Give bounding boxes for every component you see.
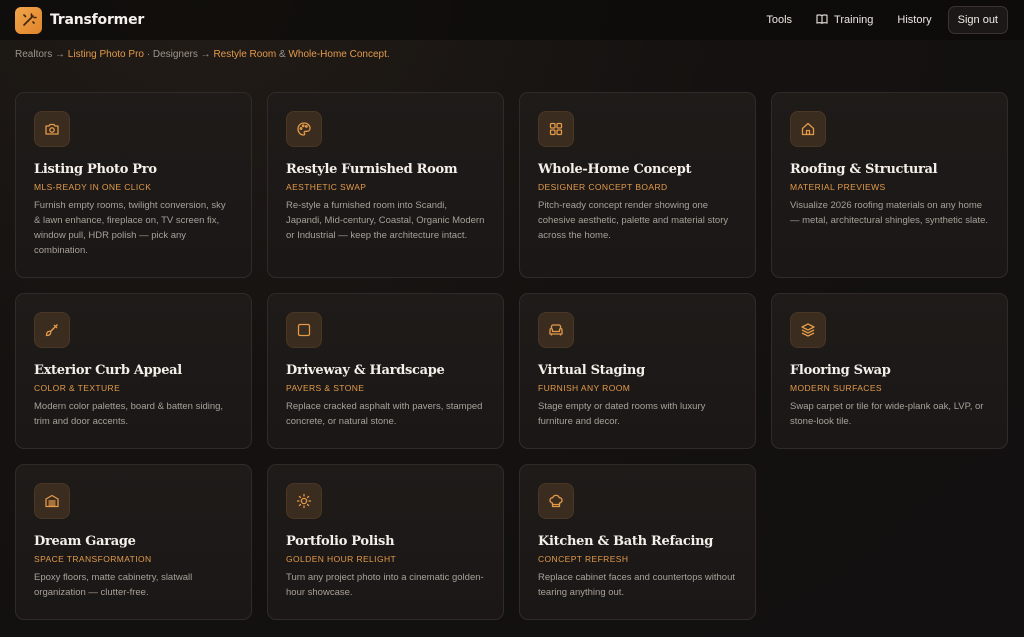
card-subtitle: MODERN SURFACES xyxy=(790,383,882,393)
card-subtitle: CONCEPT REFRESH xyxy=(538,554,629,564)
paintbrush-icon xyxy=(34,312,70,348)
card-description: Furnish empty rooms, twilight conversion… xyxy=(34,200,226,256)
book-icon xyxy=(816,13,828,28)
card-description: Swap carpet or tile for wide-plank oak, … xyxy=(790,401,984,427)
intro-realtors: Realtors → xyxy=(15,49,66,60)
tool-card-listing-photo-pro[interactable]: Listing Photo Pro MLS-READY IN ONE CLICK… xyxy=(15,92,252,278)
card-subtitle: COLOR & TEXTURE xyxy=(34,383,121,393)
palette-icon xyxy=(286,111,322,147)
card-subtitle: MLS-READY IN ONE CLICK xyxy=(34,182,152,192)
card-subtitle: FURNISH ANY ROOM xyxy=(538,383,631,393)
intro-period: . xyxy=(386,49,390,60)
home-icon xyxy=(790,111,826,147)
tool-card-portfolio-polish[interactable]: Portfolio Polish GOLDEN HOUR RELIGHT Tur… xyxy=(267,464,504,620)
tool-card-whole-home-concept[interactable]: Whole-Home Concept DESIGNER CONCEPT BOAR… xyxy=(519,92,756,278)
card-title: Exterior Curb Appeal xyxy=(34,363,182,378)
tool-card-exterior-curb-appeal[interactable]: Exterior Curb Appeal COLOR & TEXTURE Mod… xyxy=(15,293,252,449)
intro-link-whole-home[interactable]: Whole-Home Concept xyxy=(288,49,386,60)
card-title: Flooring Swap xyxy=(790,363,891,378)
camera-icon xyxy=(34,111,70,147)
card-subtitle: DESIGNER CONCEPT BOARD xyxy=(538,182,668,192)
nav-training[interactable]: Training xyxy=(804,13,885,28)
card-description: Modern color palettes, board & batten si… xyxy=(34,401,224,427)
card-subtitle: SPACE TRANSFORMATION xyxy=(34,554,152,564)
card-description: Pitch-ready concept render showing one c… xyxy=(538,200,729,241)
sign-out-button[interactable]: Sign out xyxy=(947,6,1008,34)
nav-training-label: Training xyxy=(834,14,874,26)
sun-icon xyxy=(286,483,322,519)
card-title: Kitchen & Bath Refacing xyxy=(538,534,714,549)
top-nav-bar: Transformer Tools Training History Sign … xyxy=(0,0,1024,40)
magic-wand-icon xyxy=(15,6,42,34)
tool-card-dream-garage[interactable]: Dream Garage SPACE TRANSFORMATION Epoxy … xyxy=(15,464,252,620)
tool-card-virtual-staging[interactable]: Virtual Staging FURNISH ANY ROOM Stage e… xyxy=(519,293,756,449)
brand-name: Transformer xyxy=(50,12,145,28)
tool-grid: Listing Photo Pro MLS-READY IN ONE CLICK… xyxy=(15,92,1008,620)
tool-card-driveway-hardscape[interactable]: Driveway & Hardscape PAVERS & STONE Repl… xyxy=(267,293,504,449)
card-description: Replace cabinet faces and countertops wi… xyxy=(538,572,735,598)
intro-line: Realtors → Listing Photo Pro · Designers… xyxy=(15,49,390,60)
card-title: Listing Photo Pro xyxy=(34,162,157,177)
card-title: Portfolio Polish xyxy=(286,534,395,549)
intro-amp: & xyxy=(279,49,286,60)
layers-icon xyxy=(790,312,826,348)
sofa-icon xyxy=(538,312,574,348)
brand[interactable]: Transformer xyxy=(15,6,145,34)
card-title: Whole-Home Concept xyxy=(538,162,692,177)
card-description: Stage empty or dated rooms with luxury f… xyxy=(538,401,706,427)
tool-card-restyle-furnished-room[interactable]: Restyle Furnished Room AESTHETIC SWAP Re… xyxy=(267,92,504,278)
nav-tools-label: Tools xyxy=(766,14,793,26)
card-title: Driveway & Hardscape xyxy=(286,363,445,378)
card-title: Virtual Staging xyxy=(538,363,645,378)
garage-icon xyxy=(34,483,70,519)
card-subtitle: AESTHETIC SWAP xyxy=(286,182,367,192)
tool-card-kitchen-bath-refacing[interactable]: Kitchen & Bath Refacing CONCEPT REFRESH … xyxy=(519,464,756,620)
square-icon xyxy=(286,312,322,348)
intro-link-listing-photo-pro[interactable]: Listing Photo Pro xyxy=(68,49,144,60)
card-title: Restyle Furnished Room xyxy=(286,162,458,177)
card-title: Roofing & Structural xyxy=(790,162,938,177)
card-title: Dream Garage xyxy=(34,534,136,549)
grid-icon xyxy=(538,111,574,147)
card-description: Epoxy floors, matte cabinetry, slatwall … xyxy=(34,572,193,598)
tool-card-flooring-swap[interactable]: Flooring Swap MODERN SURFACES Swap carpe… xyxy=(771,293,1008,449)
card-description: Turn any project photo into a cinematic … xyxy=(286,572,484,598)
nav-history[interactable]: History xyxy=(885,14,943,26)
tool-card-roofing-structural[interactable]: Roofing & Structural MATERIAL PREVIEWS V… xyxy=(771,92,1008,278)
intro-designers: · Designers → xyxy=(146,49,211,60)
nav-tools[interactable]: Tools xyxy=(754,14,804,26)
card-description: Re-style a furnished room into Scandi, J… xyxy=(286,200,485,241)
main-nav: Tools Training History Sign out xyxy=(754,6,1008,34)
card-subtitle: GOLDEN HOUR RELIGHT xyxy=(286,554,397,564)
card-description: Visualize 2026 roofing materials on any … xyxy=(790,200,989,226)
card-subtitle: PAVERS & STONE xyxy=(286,383,365,393)
nav-history-label: History xyxy=(897,14,932,26)
intro-link-restyle-room[interactable]: Restyle Room xyxy=(213,49,276,60)
card-description: Replace cracked asphalt with pavers, sta… xyxy=(286,401,483,427)
card-subtitle: MATERIAL PREVIEWS xyxy=(790,182,886,192)
chef-hat-icon xyxy=(538,483,574,519)
